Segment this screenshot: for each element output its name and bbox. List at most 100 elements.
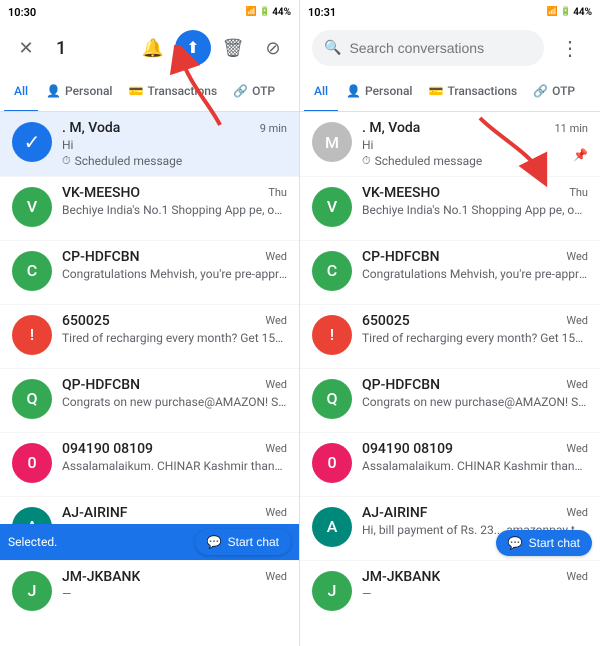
delete-icon: 🗑 — [222, 38, 245, 59]
archive-button[interactable]: ⬆ — [175, 30, 211, 66]
avatar-1-left: ✓ — [12, 122, 52, 162]
conv-item-1-left[interactable]: ✓ . M, Voda 9 min Hi ⏱ Scheduled message — [0, 112, 299, 177]
conv-time-6-right: Wed — [566, 442, 588, 455]
tab-otp-right[interactable]: 🔗 OTP — [525, 72, 583, 112]
person-icon-r: 👤 — [346, 84, 361, 98]
avatar-3-right: C — [312, 251, 352, 291]
conv-sub-1-left: ⏱ Scheduled message — [62, 154, 287, 168]
start-chat-button-left[interactable]: 💬 Start chat — [195, 529, 291, 555]
avatar-7-right: A — [312, 507, 352, 547]
conv-preview-5-left: Congrats on new purchase@AMAZON! Smart T… — [62, 394, 287, 411]
selection-count: 1 — [56, 38, 127, 59]
person-icon: 👤 — [46, 84, 61, 98]
conv-content-5-left: QP-HDFCBN Wed Congrats on new purchase@A… — [62, 377, 287, 411]
archive-icon: ⬆ — [186, 38, 199, 58]
selected-text-left: Selected. — [8, 535, 57, 549]
conv-item-2-right[interactable]: V VK-MEESHO Thu Bechiye India's No.1 Sho… — [300, 177, 600, 241]
conv-item-5-left[interactable]: Q QP-HDFCBN Wed Congrats on new purchase… — [0, 369, 299, 433]
search-wrapper: 🔍 — [312, 30, 544, 66]
delete-button[interactable]: 🗑 — [215, 30, 251, 66]
conv-preview-2-right: Bechiye India's No.1 Shopping App pe, on… — [362, 202, 588, 219]
schedule-icon-1-left: ⏱ — [62, 154, 71, 168]
conv-item-3-right[interactable]: C CP-HDFCBN Wed Congratulations Mehvish,… — [300, 241, 600, 305]
conv-item-6-right[interactable]: 0 094190 08109 Wed Assalamalaikum. CHINA… — [300, 433, 600, 497]
conv-time-8-right: Wed — [566, 570, 588, 583]
left-conversation-list: ✓ . M, Voda 9 min Hi ⏱ Scheduled message… — [0, 112, 299, 646]
conv-time-1-left: 9 min — [260, 122, 287, 135]
conv-name-3-left: CP-HDFCBN — [62, 249, 140, 265]
close-button[interactable]: ✕ — [8, 30, 44, 66]
right-conversation-list: M . M, Voda 11 min Hi ⏱ Scheduled messag… — [300, 112, 600, 646]
more-options-button[interactable]: ⋮ — [552, 30, 588, 66]
left-time: 10:30 — [8, 6, 36, 19]
start-chat-area-right: 💬 Start chat — [496, 530, 592, 556]
conv-item-2-left[interactable]: V VK-MEESHO Thu Bechiye India's No.1 Sho… — [0, 177, 299, 241]
search-input[interactable] — [349, 40, 532, 56]
conv-sub-1-right: ⏱ Scheduled message — [362, 154, 588, 168]
conv-name-2-left: VK-MEESHO — [62, 185, 140, 201]
left-panel: 10:30 📶 🔋 44% ✕ 1 🔔 ⬆ 🗑 ⊘ — [0, 0, 300, 646]
conv-time-1-right: 11 min — [555, 122, 589, 135]
block-button[interactable]: ⊘ — [255, 30, 291, 66]
conv-item-4-right[interactable]: ! 650025 Wed Tired of recharging every m… — [300, 305, 600, 369]
schedule-icon-1-right: ⏱ — [362, 154, 371, 168]
conv-item-4-left[interactable]: ! 650025 Wed Tired of recharging every m… — [0, 305, 299, 369]
more-icon: ⋮ — [560, 36, 580, 61]
conv-name-1-right: . M, Voda — [362, 120, 420, 136]
conv-time-5-right: Wed — [566, 378, 588, 391]
conv-preview-8-left: — — [62, 586, 287, 603]
conv-content-6-right: 094190 08109 Wed Assalamalaikum. CHINAR … — [362, 441, 588, 475]
right-search-bar: 🔍 ⋮ — [300, 24, 600, 72]
conv-preview-3-right: Congratulations Mehvish, you're pre-appr… — [362, 266, 588, 283]
conv-item-7-right[interactable]: A AJ-AIRINF Wed Hi, bill payment of Rs. … — [300, 497, 600, 561]
conv-item-5-right[interactable]: Q QP-HDFCBN Wed Congrats on new purchase… — [300, 369, 600, 433]
conv-item-8-right[interactable]: J JM-JKBANK Wed — — [300, 561, 600, 625]
conv-content-1-right: . M, Voda 11 min Hi ⏱ Scheduled message — [362, 120, 588, 168]
avatar-6-right: 0 — [312, 443, 352, 483]
conv-content-5-right: QP-HDFCBN Wed Congrats on new purchase@A… — [362, 377, 588, 411]
conv-item-7-left[interactable]: A AJ-AIRINF Wed Hi, bill payment of Rs.2… — [0, 497, 299, 561]
tab-otp-left[interactable]: 🔗 OTP — [225, 72, 283, 112]
left-status-bar: 10:30 📶 🔋 44% — [0, 0, 299, 24]
right-panel: 10:31 📶 🔋 44% 🔍 ⋮ All 👤 Personal 💳 Trans… — [300, 0, 600, 646]
conv-preview-1-left: Hi — [62, 137, 287, 154]
avatar-4-left: ! — [12, 315, 52, 355]
conv-name-7-left: AJ-AIRINF — [62, 505, 128, 521]
avatar-5-left: Q — [12, 379, 52, 419]
right-status-icons: 📶 🔋 44% — [547, 7, 592, 18]
conv-time-4-right: Wed — [566, 314, 588, 327]
conv-name-2-right: VK-MEESHO — [362, 185, 440, 201]
conv-item-8-left[interactable]: J JM-JKBANK Wed — — [0, 561, 299, 625]
tab-transactions-left[interactable]: 💳 Transactions — [120, 72, 225, 112]
conv-preview-1-right: Hi — [362, 137, 588, 154]
conv-content-4-left: 650025 Wed Tired of recharging every mon… — [62, 313, 287, 347]
tab-transactions-right[interactable]: 💳 Transactions — [420, 72, 525, 112]
start-chat-button-right[interactable]: 💬 Start chat — [496, 530, 592, 556]
tab-personal-left[interactable]: 👤 Personal — [38, 72, 120, 112]
tab-personal-right[interactable]: 👤 Personal — [338, 72, 420, 112]
tab-all-right[interactable]: All — [304, 72, 338, 112]
conv-preview-8-right: — — [362, 586, 588, 603]
conv-preview-4-left: Tired of recharging every month? Get 150… — [62, 330, 287, 347]
bell-button[interactable]: 🔔 — [135, 30, 171, 66]
conv-time-3-left: Wed — [265, 250, 287, 263]
selection-overlay-left: Selected. 💬 Start chat — [0, 524, 299, 560]
toolbar-actions: 🔔 ⬆ 🗑 ⊘ — [135, 30, 291, 66]
conv-item-6-left[interactable]: 0 094190 08109 Wed Assalamalaikum. CHINA… — [0, 433, 299, 497]
conv-content-8-right: JM-JKBANK Wed — — [362, 569, 588, 603]
conv-name-4-right: 650025 — [362, 313, 410, 329]
conv-content-2-left: VK-MEESHO Thu Bechiye India's No.1 Shopp… — [62, 185, 287, 219]
left-status-icons: 📶 🔋 44% — [246, 7, 291, 18]
avatar-8-right: J — [312, 571, 352, 611]
right-time: 10:31 — [308, 6, 336, 19]
chat-icon-right: 💬 — [508, 536, 523, 550]
tab-all-left[interactable]: All — [4, 72, 38, 112]
avatar-5-right: Q — [312, 379, 352, 419]
conv-content-3-right: CP-HDFCBN Wed Congratulations Mehvish, y… — [362, 249, 588, 283]
conv-time-7-left: Wed — [265, 506, 287, 519]
conv-item-1-right[interactable]: M . M, Voda 11 min Hi ⏱ Scheduled messag… — [300, 112, 600, 177]
conv-content-8-left: JM-JKBANK Wed — — [62, 569, 287, 603]
conv-item-3-left[interactable]: C CP-HDFCBN Wed Congratulations Mehvish,… — [0, 241, 299, 305]
creditcard-icon-r: 💳 — [428, 84, 443, 98]
conv-name-6-left: 094190 08109 — [62, 441, 153, 457]
